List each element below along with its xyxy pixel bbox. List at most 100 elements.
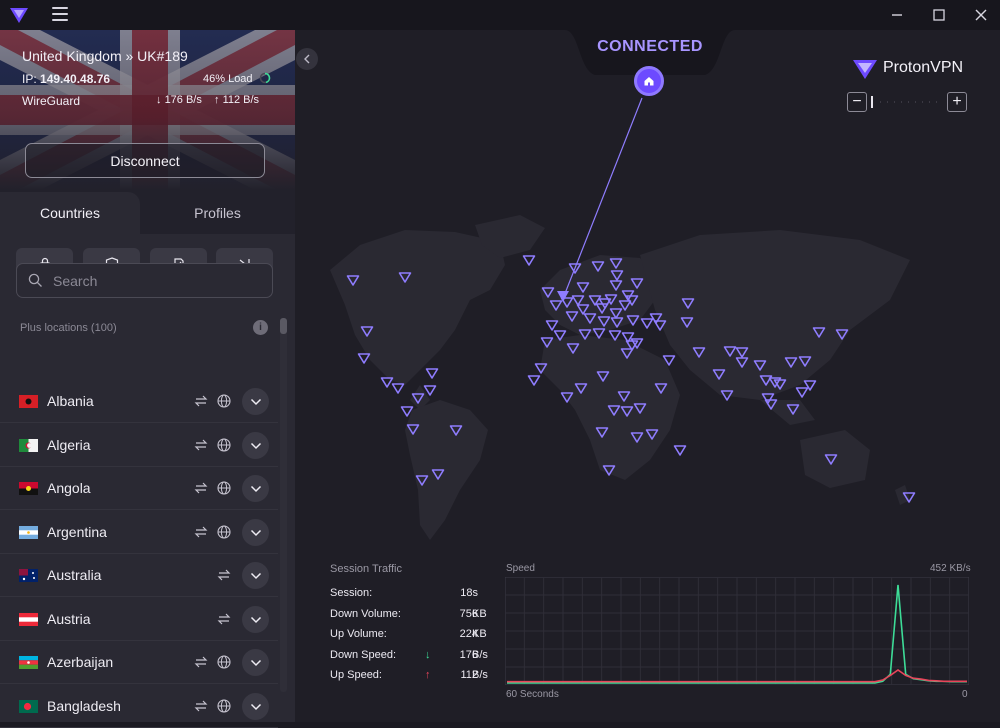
country-list-scrollbar[interactable] bbox=[280, 318, 287, 692]
expand-country-button[interactable] bbox=[242, 649, 269, 676]
zoom-slider[interactable] bbox=[870, 92, 940, 112]
traffic-stat-value: 756 bbox=[459, 608, 478, 620]
traffic-stat-row: Up Speed: ↑ 112 B/s bbox=[330, 669, 490, 681]
austria-flag-icon bbox=[19, 613, 38, 626]
expand-country-button[interactable] bbox=[242, 693, 269, 720]
traffic-stat-label: Down Volume: bbox=[330, 608, 401, 620]
country-row[interactable]: Austria bbox=[0, 598, 278, 641]
country-name: Azerbaijan bbox=[47, 654, 114, 670]
traffic-stat-unit: B/s bbox=[472, 649, 488, 661]
traffic-stat-value: 176 bbox=[459, 649, 478, 661]
disconnect-button[interactable]: Disconnect bbox=[25, 143, 265, 178]
p2p-swap-icon bbox=[217, 613, 231, 625]
protonvpn-logo-icon bbox=[9, 6, 29, 29]
sidebar-tabs: Countries Profiles bbox=[0, 192, 295, 234]
chevron-down-icon bbox=[250, 529, 261, 536]
home-location-button[interactable] bbox=[634, 66, 664, 96]
search-placeholder: Search bbox=[53, 273, 98, 289]
info-icon[interactable]: i bbox=[253, 320, 268, 335]
traffic-stat-label: Down Speed: bbox=[330, 649, 397, 661]
expand-country-button[interactable] bbox=[242, 519, 269, 546]
chevron-down-icon bbox=[250, 572, 261, 579]
tab-countries[interactable]: Countries bbox=[0, 192, 140, 234]
expand-country-button[interactable] bbox=[242, 606, 269, 633]
upload-speed: ↑ 112 B/s bbox=[214, 94, 259, 106]
zoom-out-button[interactable]: − bbox=[847, 92, 867, 112]
p2p-swap-icon bbox=[217, 569, 231, 581]
brand-logo: ProtonVPN bbox=[852, 58, 963, 85]
close-button[interactable] bbox=[966, 3, 996, 27]
country-row[interactable]: Algeria bbox=[0, 424, 278, 467]
maximize-button[interactable] bbox=[924, 3, 954, 27]
chevron-down-icon bbox=[250, 703, 261, 710]
server-marker[interactable] bbox=[673, 445, 687, 456]
country-name: Austria bbox=[47, 611, 91, 627]
zoom-in-button[interactable]: + bbox=[947, 92, 967, 112]
traffic-stat-row: Down Volume: 756 KB bbox=[330, 608, 490, 620]
country-name: Algeria bbox=[47, 437, 91, 453]
server-load-text: 46% Load bbox=[203, 73, 253, 85]
traffic-stat-value: 112 bbox=[460, 669, 478, 681]
plus-locations-label: Plus locations (100) bbox=[20, 322, 117, 334]
country-row[interactable]: Argentina bbox=[0, 511, 278, 554]
argentina-flag-icon bbox=[19, 526, 38, 539]
expand-country-button[interactable] bbox=[242, 432, 269, 459]
minimize-button[interactable] bbox=[882, 3, 912, 27]
session-traffic-title: Session Traffic bbox=[330, 563, 402, 575]
globe-icon bbox=[217, 655, 231, 669]
server-marker[interactable] bbox=[357, 353, 371, 364]
traffic-stat-value: 18s bbox=[460, 587, 478, 599]
server-marker[interactable] bbox=[640, 318, 654, 329]
speed-chart-max: 452 KB/s bbox=[930, 563, 971, 574]
chevron-down-icon bbox=[250, 398, 261, 405]
p2p-swap-icon bbox=[194, 700, 208, 712]
server-marker[interactable] bbox=[425, 368, 439, 379]
server-marker[interactable] bbox=[522, 255, 536, 266]
server-marker[interactable] bbox=[795, 387, 809, 398]
home-icon bbox=[644, 77, 654, 86]
tab-profiles[interactable]: Profiles bbox=[140, 192, 295, 234]
connected-server-location: United Kingdom » UK#189 bbox=[22, 48, 188, 64]
globe-icon bbox=[217, 394, 231, 408]
country-row[interactable]: Australia bbox=[0, 554, 278, 597]
collapse-sidebar-button[interactable] bbox=[296, 48, 318, 70]
country-row[interactable]: Angola bbox=[0, 467, 278, 510]
brand-name: ProtonVPN bbox=[883, 59, 964, 76]
country-name: Argentina bbox=[47, 524, 107, 540]
expand-country-button[interactable] bbox=[242, 388, 269, 415]
scrollbar-thumb[interactable] bbox=[280, 318, 287, 334]
search-input[interactable]: Search bbox=[16, 263, 273, 298]
traffic-stat-row: Down Speed: ↓ 176 B/s bbox=[330, 649, 490, 661]
traffic-stat-label: Up Volume: bbox=[330, 628, 387, 640]
traffic-stat-row: Up Volume: 224 KB bbox=[330, 628, 490, 640]
chevron-down-icon bbox=[250, 485, 261, 492]
australia-flag-icon bbox=[19, 569, 38, 582]
p2p-swap-icon bbox=[194, 439, 208, 451]
expand-country-button[interactable] bbox=[242, 562, 269, 589]
title-bar bbox=[0, 0, 1000, 30]
expand-country-button[interactable] bbox=[242, 475, 269, 502]
protonvpn-logo-icon bbox=[853, 60, 877, 79]
traffic-stat-unit: B/s bbox=[472, 669, 488, 681]
country-name: Angola bbox=[47, 480, 91, 496]
country-row[interactable]: Azerbaijan bbox=[0, 641, 278, 684]
azerbaijan-flag-icon bbox=[19, 656, 38, 669]
country-row[interactable]: Albania bbox=[0, 380, 278, 423]
traffic-stat-unit: KB bbox=[472, 608, 487, 620]
server-marker[interactable] bbox=[391, 383, 405, 394]
upload-arrow-icon: ↑ bbox=[214, 94, 220, 106]
albania-flag-icon bbox=[19, 395, 38, 408]
server-marker[interactable] bbox=[545, 320, 559, 331]
globe-icon bbox=[217, 438, 231, 452]
server-marker[interactable] bbox=[380, 377, 394, 388]
download-speed: ↓ 176 B/s bbox=[156, 94, 202, 106]
hamburger-menu-icon[interactable] bbox=[52, 7, 68, 21]
server-marker[interactable] bbox=[423, 385, 437, 396]
globe-icon bbox=[217, 481, 231, 495]
p2p-swap-icon bbox=[194, 395, 208, 407]
ip-value: 149.40.48.76 bbox=[40, 72, 111, 86]
server-marker[interactable] bbox=[527, 375, 541, 386]
search-icon bbox=[28, 273, 42, 287]
ip-label: IP: bbox=[22, 72, 37, 86]
protocol-name: WireGuard bbox=[22, 94, 81, 108]
